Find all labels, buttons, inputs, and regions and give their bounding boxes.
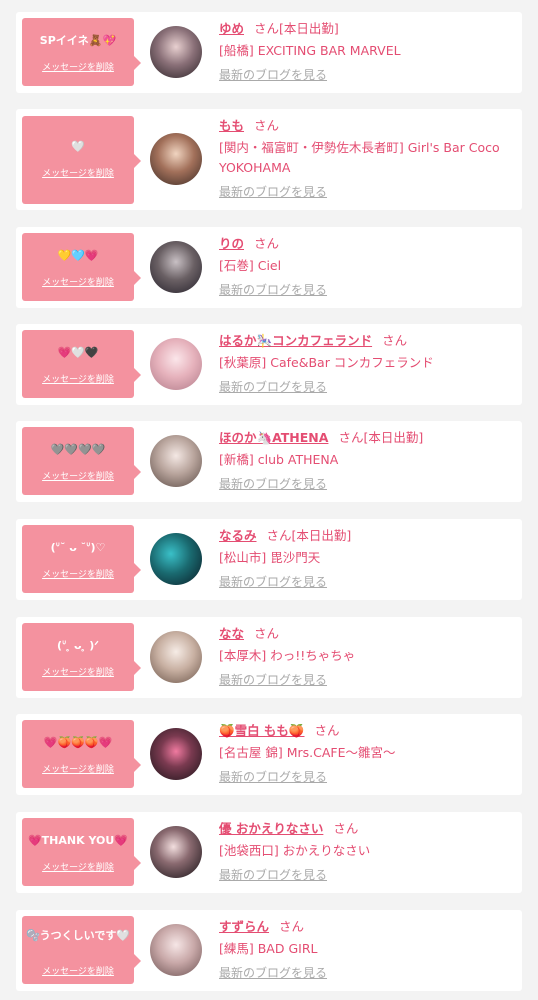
message-bubble: (ᐡ ̥ ᴗ ̥ )ᐟ メッセージを削除 xyxy=(22,623,141,691)
avatar[interactable] xyxy=(150,728,202,780)
blog-link[interactable]: 最新のブログを見る xyxy=(219,184,514,200)
message-bubble: 🤍 メッセージを削除 xyxy=(22,116,141,204)
avatar[interactable] xyxy=(150,133,202,185)
delete-message-link[interactable]: メッセージを削除 xyxy=(22,860,134,873)
san-suffix: さん xyxy=(333,821,359,836)
blog-link[interactable]: 最新のブログを見る xyxy=(219,672,514,688)
girl-name-link[interactable]: ほのか🦄ATHENA xyxy=(219,430,328,445)
girl-name-link[interactable]: はるか🎠コンカフェランド xyxy=(219,333,372,348)
message-text: 💛🩵💗 xyxy=(57,249,99,262)
message-text: 🤍 xyxy=(71,140,85,153)
delete-message-link[interactable]: メッセージを削除 xyxy=(22,762,134,775)
girl-name-link[interactable]: 🍑雪白 もも🍑 xyxy=(219,723,304,738)
status-text: [本日出勤] xyxy=(279,21,339,36)
message-card: 🤍 メッセージを削除 もも さん [関内・福富町・伊勢佐木長者町] Girl's … xyxy=(16,109,522,210)
girl-name-link[interactable]: すずらん xyxy=(219,919,269,934)
message-text: SPイイネ🧸💖 xyxy=(39,34,117,47)
avatar[interactable] xyxy=(150,826,202,878)
delete-message-link[interactable]: メッセージを削除 xyxy=(22,469,134,482)
message-text: 🩶🩶🩶🩶 xyxy=(50,443,106,456)
delete-message-link[interactable]: メッセージを削除 xyxy=(22,275,134,288)
girl-name-link[interactable]: なるみ xyxy=(219,528,257,543)
avatar[interactable] xyxy=(150,533,202,585)
message-bubble: 🩶🩶🩶🩶 メッセージを削除 xyxy=(22,427,141,495)
girl-name-link[interactable]: りの xyxy=(219,236,244,251)
status-text: [本日出勤] xyxy=(363,430,424,445)
delete-message-link[interactable]: メッセージを削除 xyxy=(22,60,134,73)
blog-link[interactable]: 最新のブログを見る xyxy=(219,769,514,785)
delete-message-link[interactable]: メッセージを削除 xyxy=(22,964,134,977)
san-suffix: さん xyxy=(254,236,280,251)
message-text: 🫧うつくしいです🤍 xyxy=(25,929,131,942)
message-text: 💗🍑🍑🍑💗 xyxy=(43,736,113,749)
san-suffix: さん xyxy=(338,430,364,445)
status-text: [本日出勤] xyxy=(291,528,352,543)
shop-text: [石巻] Ciel xyxy=(219,258,282,273)
shop-text: [関内・福富町・伊勢佐木長者町] Girl's Bar Coco YOKOHAM… xyxy=(219,140,500,175)
avatar[interactable] xyxy=(150,435,202,487)
blog-link[interactable]: 最新のブログを見る xyxy=(219,379,514,395)
delete-message-link[interactable]: メッセージを削除 xyxy=(22,166,134,179)
shop-text: [名古屋 錦] Mrs.CAFE〜雛宮〜 xyxy=(219,745,396,760)
san-suffix: さん xyxy=(279,919,305,934)
girl-name-link[interactable]: なな xyxy=(219,626,244,641)
message-card: (ᐡ ̥ ᴗ ̥ )ᐟ メッセージを削除 なな さん [本厚木] わっ!!ちゃちゃ… xyxy=(16,617,522,698)
avatar[interactable] xyxy=(150,631,202,683)
delete-message-link[interactable]: メッセージを削除 xyxy=(22,372,134,385)
message-text: 💗🤍🖤 xyxy=(57,346,99,359)
shop-text: [秋葉原] Cafe&Bar コンカフェランド xyxy=(219,355,434,370)
san-suffix: さん xyxy=(254,21,280,36)
message-card: 🫧うつくしいです🤍 メッセージを削除 すずらん さん [練馬] BAD GIRL … xyxy=(16,910,522,991)
message-text: 💗THANK YOU💗 xyxy=(27,834,129,847)
avatar[interactable] xyxy=(150,26,202,78)
shop-text: [新橋] club ATHENA xyxy=(219,452,339,467)
shop-text: [松山市] 毘沙門天 xyxy=(219,550,321,565)
message-bubble: (ᐡ˘ ᴗ ˘ᐡ)♡ メッセージを削除 xyxy=(22,525,141,593)
shop-text: [池袋西口] おかえりなさい xyxy=(219,843,371,858)
delete-message-link[interactable]: メッセージを削除 xyxy=(22,567,134,580)
avatar[interactable] xyxy=(150,924,202,976)
message-card: 💗🍑🍑🍑💗 メッセージを削除 🍑雪白 もも🍑 さん [名古屋 錦] Mrs.CAF… xyxy=(16,714,522,795)
shop-text: [練馬] BAD GIRL xyxy=(219,941,318,956)
message-bubble: SPイイネ🧸💖 メッセージを削除 xyxy=(22,18,141,86)
message-card: (ᐡ˘ ᴗ ˘ᐡ)♡ メッセージを削除 なるみ さん[本日出勤] [松山市] 毘沙… xyxy=(16,519,522,600)
avatar[interactable] xyxy=(150,241,202,293)
avatar[interactable] xyxy=(150,338,202,390)
message-bubble: 💗🍑🍑🍑💗 メッセージを削除 xyxy=(22,720,141,788)
girl-name-link[interactable]: ゆめ xyxy=(219,21,244,36)
message-card: 💗🤍🖤 メッセージを削除 はるか🎠コンカフェランド さん [秋葉原] Cafe&B… xyxy=(16,324,522,405)
girl-name-link[interactable]: 優 おかえりなさい xyxy=(219,821,323,836)
san-suffix: さん xyxy=(314,723,340,738)
message-bubble: 💛🩵💗 メッセージを削除 xyxy=(22,233,141,301)
shop-text: [船橋] EXCITING BAR MARVEL xyxy=(219,43,401,58)
san-suffix: さん xyxy=(382,333,408,348)
san-suffix: さん xyxy=(254,626,280,641)
blog-link[interactable]: 最新のブログを見る xyxy=(219,965,514,981)
girl-name-link[interactable]: もも xyxy=(219,118,244,133)
message-text: (ᐡ˘ ᴗ ˘ᐡ)♡ xyxy=(50,541,106,554)
blog-link[interactable]: 最新のブログを見る xyxy=(219,282,514,298)
blog-link[interactable]: 最新のブログを見る xyxy=(219,476,514,492)
message-text: (ᐡ ̥ ᴗ ̥ )ᐟ xyxy=(57,639,99,652)
san-suffix: さん xyxy=(254,118,280,133)
blog-link[interactable]: 最新のブログを見る xyxy=(219,867,514,883)
message-bubble: 💗🤍🖤 メッセージを削除 xyxy=(22,330,141,398)
blog-link[interactable]: 最新のブログを見る xyxy=(219,574,514,590)
message-bubble: 🫧うつくしいです🤍 メッセージを削除 xyxy=(22,916,141,984)
message-card: 💗THANK YOU💗 メッセージを削除 優 おかえりなさい さん [池袋西口] … xyxy=(16,812,522,893)
shop-text: [本厚木] わっ!!ちゃちゃ xyxy=(219,648,356,663)
message-card: 🩶🩶🩶🩶 メッセージを削除 ほのか🦄ATHENA さん[本日出勤] [新橋] cl… xyxy=(16,421,522,502)
san-suffix: さん xyxy=(266,528,292,543)
message-card: SPイイネ🧸💖 メッセージを削除 ゆめ さん[本日出勤] [船橋] EXCITIN… xyxy=(16,12,522,93)
message-bubble: 💗THANK YOU💗 メッセージを削除 xyxy=(22,818,141,886)
blog-link[interactable]: 最新のブログを見る xyxy=(219,67,514,83)
delete-message-link[interactable]: メッセージを削除 xyxy=(22,665,134,678)
message-card: 💛🩵💗 メッセージを削除 りの さん [石巻] Ciel 最新のブログを見る xyxy=(16,227,522,308)
